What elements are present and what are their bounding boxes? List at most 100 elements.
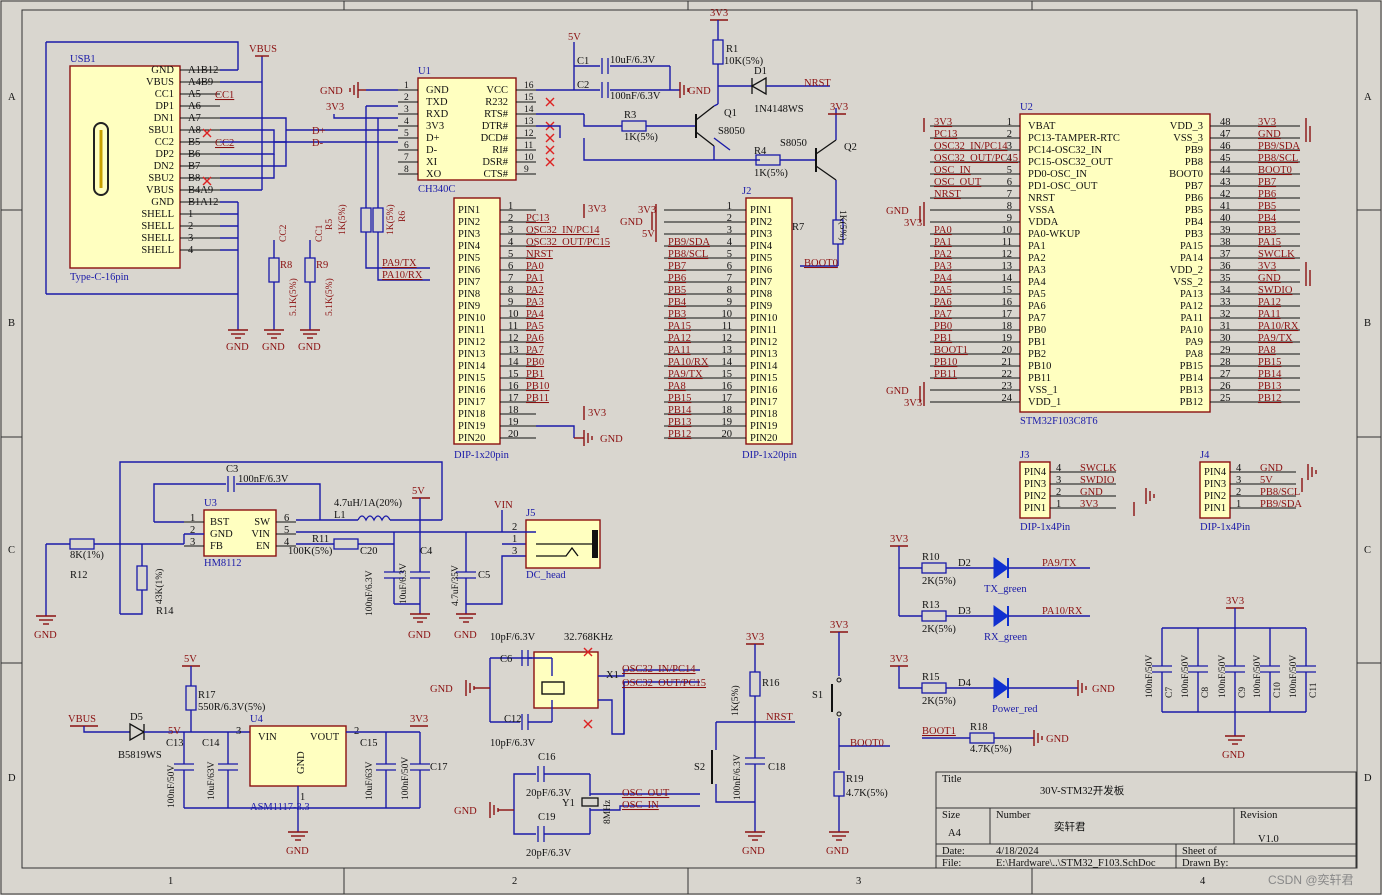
stm32-left-net: PB10 bbox=[934, 357, 957, 368]
stm32-right-pin-name: PA10 bbox=[1180, 325, 1203, 336]
j5-pin-1: 1 bbox=[512, 534, 517, 545]
buck-right-pin-name: VIN bbox=[251, 529, 270, 540]
stm32-left-pin-num: 8 bbox=[1007, 201, 1012, 212]
dip2-pins-pin-name: PIN3 bbox=[750, 229, 772, 240]
row-label-b-right: B bbox=[1364, 318, 1371, 329]
dip1-pins-net: PB1 bbox=[526, 369, 544, 380]
stm32-right-net: PA11 bbox=[1258, 309, 1281, 320]
dip2-pins-pin-num: 15 bbox=[722, 369, 733, 380]
watermark: CSDN @奕轩君 bbox=[1268, 872, 1354, 887]
usb-cc2-net: CC2 bbox=[215, 138, 234, 149]
dip2-pins-pin-name: PIN4 bbox=[750, 241, 773, 252]
stm32-left-pin-num: 11 bbox=[1002, 237, 1012, 248]
c16-ref: C16 bbox=[538, 752, 556, 763]
drawn-label: Drawn By: bbox=[1182, 858, 1228, 869]
stm32-right-pin-name: PA15 bbox=[1180, 241, 1203, 252]
j4-pins-net: GND bbox=[1260, 463, 1283, 474]
r19-ref: R19 bbox=[846, 774, 864, 785]
sheet-label: Sheet of bbox=[1182, 846, 1217, 857]
usb-pin-name: SHELL bbox=[141, 221, 174, 232]
stm32-right-net: SWDIO bbox=[1258, 285, 1293, 296]
dip1-pins-pin-num: 5 bbox=[508, 249, 513, 260]
dip2-pins-net: PA9/TX bbox=[668, 369, 703, 380]
file-label: File: bbox=[942, 858, 961, 869]
ch340-right-pin-num: 15 bbox=[524, 93, 534, 103]
ch340-left-pin-num: 7 bbox=[404, 153, 409, 163]
j3-pins-net: GND bbox=[1080, 487, 1103, 498]
dip2-pins-pin-name: PIN6 bbox=[750, 265, 772, 276]
dip1-pins-pin-name: PIN11 bbox=[458, 325, 485, 336]
dip1-pins-net: PA3 bbox=[526, 297, 544, 308]
dip1-pins-pin-num: 20 bbox=[508, 429, 519, 440]
usb-pin-name: CC2 bbox=[155, 137, 174, 148]
c20-ref: C20 bbox=[360, 546, 378, 557]
r8-cc-net: CC2 bbox=[279, 224, 289, 242]
dip2-pins-net: PA15 bbox=[668, 321, 691, 332]
size-value: A4 bbox=[948, 828, 962, 839]
stm32-right-pin-num: 45 bbox=[1220, 153, 1231, 164]
decap-ref: C8 bbox=[1201, 687, 1211, 698]
dip2-pins-pin-name: PIN20 bbox=[750, 433, 777, 444]
ldo-regulator: 5V R17 550R/6.3V(5%) VBUS D5 B5819WS 5V … bbox=[68, 654, 448, 857]
stm32-left-pin-name: PB0 bbox=[1028, 325, 1046, 336]
decap-3v3: 3V3 bbox=[1226, 596, 1244, 607]
dip2-pins-pin-num: 19 bbox=[722, 417, 733, 428]
y1-freq: 8MHz bbox=[603, 800, 613, 824]
stm32-mcu: U2 STM32F103C8T6 1 VBAT 3V3 48 VDD_3 3V3 2 PC13… bbox=[886, 102, 1311, 427]
stm32-gnd-a: GND bbox=[886, 206, 909, 217]
ch340-left-pin-name: XO bbox=[426, 169, 442, 180]
dip1-pins-pin-num: 13 bbox=[508, 345, 519, 356]
stm32-right-pin-name: PB12 bbox=[1180, 397, 1203, 408]
row-label-a: A bbox=[8, 92, 16, 103]
usb-cc1-net: CC1 bbox=[215, 90, 234, 101]
stm32-left-pin-num: 18 bbox=[1002, 321, 1013, 332]
dip1-pins-pin-num: 4 bbox=[508, 237, 514, 248]
dip2-pins-pin-name: PIN16 bbox=[750, 385, 777, 396]
ldo-3v3: 3V3 bbox=[410, 714, 428, 725]
col-label-4: 4 bbox=[1200, 876, 1206, 887]
dip2-pins-pin-name: PIN2 bbox=[750, 217, 772, 228]
dip2-pins-pin-num: 11 bbox=[722, 321, 732, 332]
d2-net: PA9/TX bbox=[1042, 558, 1077, 569]
usb-type: Type-C-16pin bbox=[70, 272, 130, 283]
stm32-left-pin-num: 7 bbox=[1007, 189, 1012, 200]
j4-pins-pin-num: 1 bbox=[1236, 499, 1241, 510]
dip1-pins-net: PB10 bbox=[526, 381, 549, 392]
j3-pins-pin-num: 1 bbox=[1056, 499, 1061, 510]
dip2-pins-pin-name: PIN9 bbox=[750, 301, 772, 312]
stm32-right-pin-num: 31 bbox=[1220, 321, 1231, 332]
j3-pins-net: SWCLK bbox=[1080, 463, 1117, 474]
stm32-right-pin-num: 25 bbox=[1220, 393, 1231, 404]
dip1-pins-pin-name: PIN12 bbox=[458, 337, 485, 348]
dip1-pins-pin-num: 2 bbox=[508, 213, 513, 224]
ch340-right-pin-name: R232 bbox=[485, 97, 508, 108]
j4-pins-net: PB8/SCL bbox=[1260, 487, 1300, 498]
stm32-ref: U2 bbox=[1020, 102, 1033, 113]
boot-net: BOOT0 bbox=[850, 738, 884, 749]
dip1-pins-pin-name: PIN15 bbox=[458, 373, 485, 384]
dip1-pins-pin-num: 3 bbox=[508, 225, 513, 236]
dip1-ref: DIP-1x20pin bbox=[454, 450, 510, 461]
j4-pins-pin-num: 4 bbox=[1236, 463, 1242, 474]
ch340-right-pin-num: 9 bbox=[524, 165, 529, 175]
dip2-pins-pin-num: 7 bbox=[727, 273, 732, 284]
r9-cc-net: CC1 bbox=[315, 224, 325, 242]
stm32-right-net: PB4 bbox=[1258, 213, 1277, 224]
decap-value: 100nF/50V bbox=[1289, 655, 1299, 698]
c14-value: 10uF/63V bbox=[207, 761, 217, 800]
j3-pins-pin-num: 3 bbox=[1056, 475, 1061, 486]
usb-ref: USB1 bbox=[70, 54, 96, 65]
x1-ref: X1 bbox=[606, 670, 619, 681]
ch340-right-pin-name: DSR# bbox=[482, 157, 508, 168]
stm32-right-pin-name: PA8 bbox=[1185, 349, 1203, 360]
stm32-right-net: SWCLK bbox=[1258, 249, 1295, 260]
stm32-left-pin-name: VSS_1 bbox=[1028, 385, 1058, 396]
dip2-pins-pin-num: 9 bbox=[727, 297, 732, 308]
ch340-left-pin-name: 3V3 bbox=[426, 121, 444, 132]
c18-ref: C18 bbox=[768, 762, 786, 773]
j4-pins-pin-name: PIN1 bbox=[1204, 503, 1226, 514]
d4-ref: D4 bbox=[958, 678, 972, 689]
dip2-part: DIP-1x20pin bbox=[742, 450, 798, 461]
stm32-left-pin-num: 24 bbox=[1002, 393, 1013, 404]
c5-ref: C5 bbox=[478, 570, 490, 581]
